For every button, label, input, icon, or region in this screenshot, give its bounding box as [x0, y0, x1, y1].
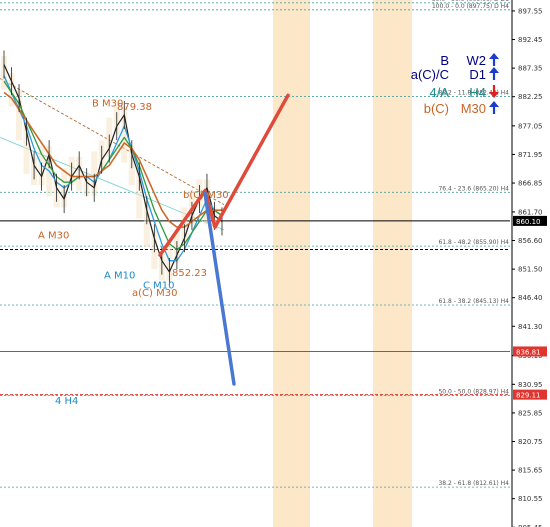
- y-tick-label: 871.95: [518, 151, 543, 159]
- y-tick-label: 815.65: [518, 467, 543, 475]
- wave-label: 879.38: [117, 102, 152, 113]
- legend-wave: B: [440, 53, 449, 68]
- legend-timeframe: M30: [461, 101, 486, 116]
- shaded-column: [273, 0, 310, 527]
- wave-label: a(C) M30: [132, 288, 177, 299]
- legend-wave: a(C)/C: [411, 67, 449, 82]
- y-tick-label: 882.25: [518, 93, 543, 101]
- fib-level-label: 100.0 - 0.0 (897.75) D H4: [432, 3, 509, 10]
- y-tick-label: 897.55: [518, 7, 543, 15]
- legend-timeframe: D1: [469, 67, 486, 82]
- price-label-text: 860.10: [516, 218, 541, 226]
- y-tick-label: 841.30: [518, 323, 543, 331]
- wave-label: 4 H4: [55, 396, 78, 407]
- legend-wave: b(C): [424, 101, 449, 116]
- fib-level-label: 38.2 - 61.8 (812.61) H4: [438, 480, 509, 487]
- fib-level-label: 61.8 - 48.2 (855.90) H4: [438, 239, 509, 246]
- shaded-column: [373, 0, 412, 527]
- y-tick-label: 887.35: [518, 65, 543, 73]
- legend-timeframe: W2: [467, 53, 487, 68]
- wave-label: b(C) M30: [183, 190, 229, 201]
- y-tick-label: 825.85: [518, 409, 543, 417]
- wave-label: A M30: [38, 230, 69, 241]
- y-tick-label: 892.45: [518, 36, 543, 44]
- chart-root: 50.0 - 50.0 (000.00) D D1100.0 - 0.0 (89…: [0, 0, 550, 527]
- y-tick-label: 830.95: [518, 381, 543, 389]
- price-label-text: 829.11: [516, 392, 541, 400]
- wave-label: A M10: [104, 271, 135, 282]
- fib-level-label: 50.0 - 50.0 (828.97) H4: [438, 388, 509, 395]
- y-tick-label: 877.05: [518, 122, 543, 130]
- y-tick-label: 866.85: [518, 180, 543, 188]
- price-chart: 50.0 - 50.0 (000.00) D D1100.0 - 0.0 (89…: [0, 0, 550, 527]
- y-tick-label: 856.60: [518, 237, 543, 245]
- y-tick-label: 851.50: [518, 266, 543, 274]
- fib-level-label: 61.8 - 38.2 (845.13) H4: [438, 298, 509, 305]
- legend-wave: 4/A: [429, 85, 449, 100]
- y-tick-label: 820.75: [518, 438, 543, 446]
- fib-level-label: 76.4 - 23.6 (865.20) H4: [438, 185, 509, 192]
- y-tick-label: 861.70: [518, 208, 543, 216]
- wave-label: 852.23: [172, 268, 207, 279]
- price-label-text: 836.81: [516, 348, 541, 356]
- y-tick-label: 810.55: [518, 495, 543, 503]
- legend-timeframe: H4: [469, 85, 486, 100]
- y-tick-label: 846.40: [518, 294, 543, 302]
